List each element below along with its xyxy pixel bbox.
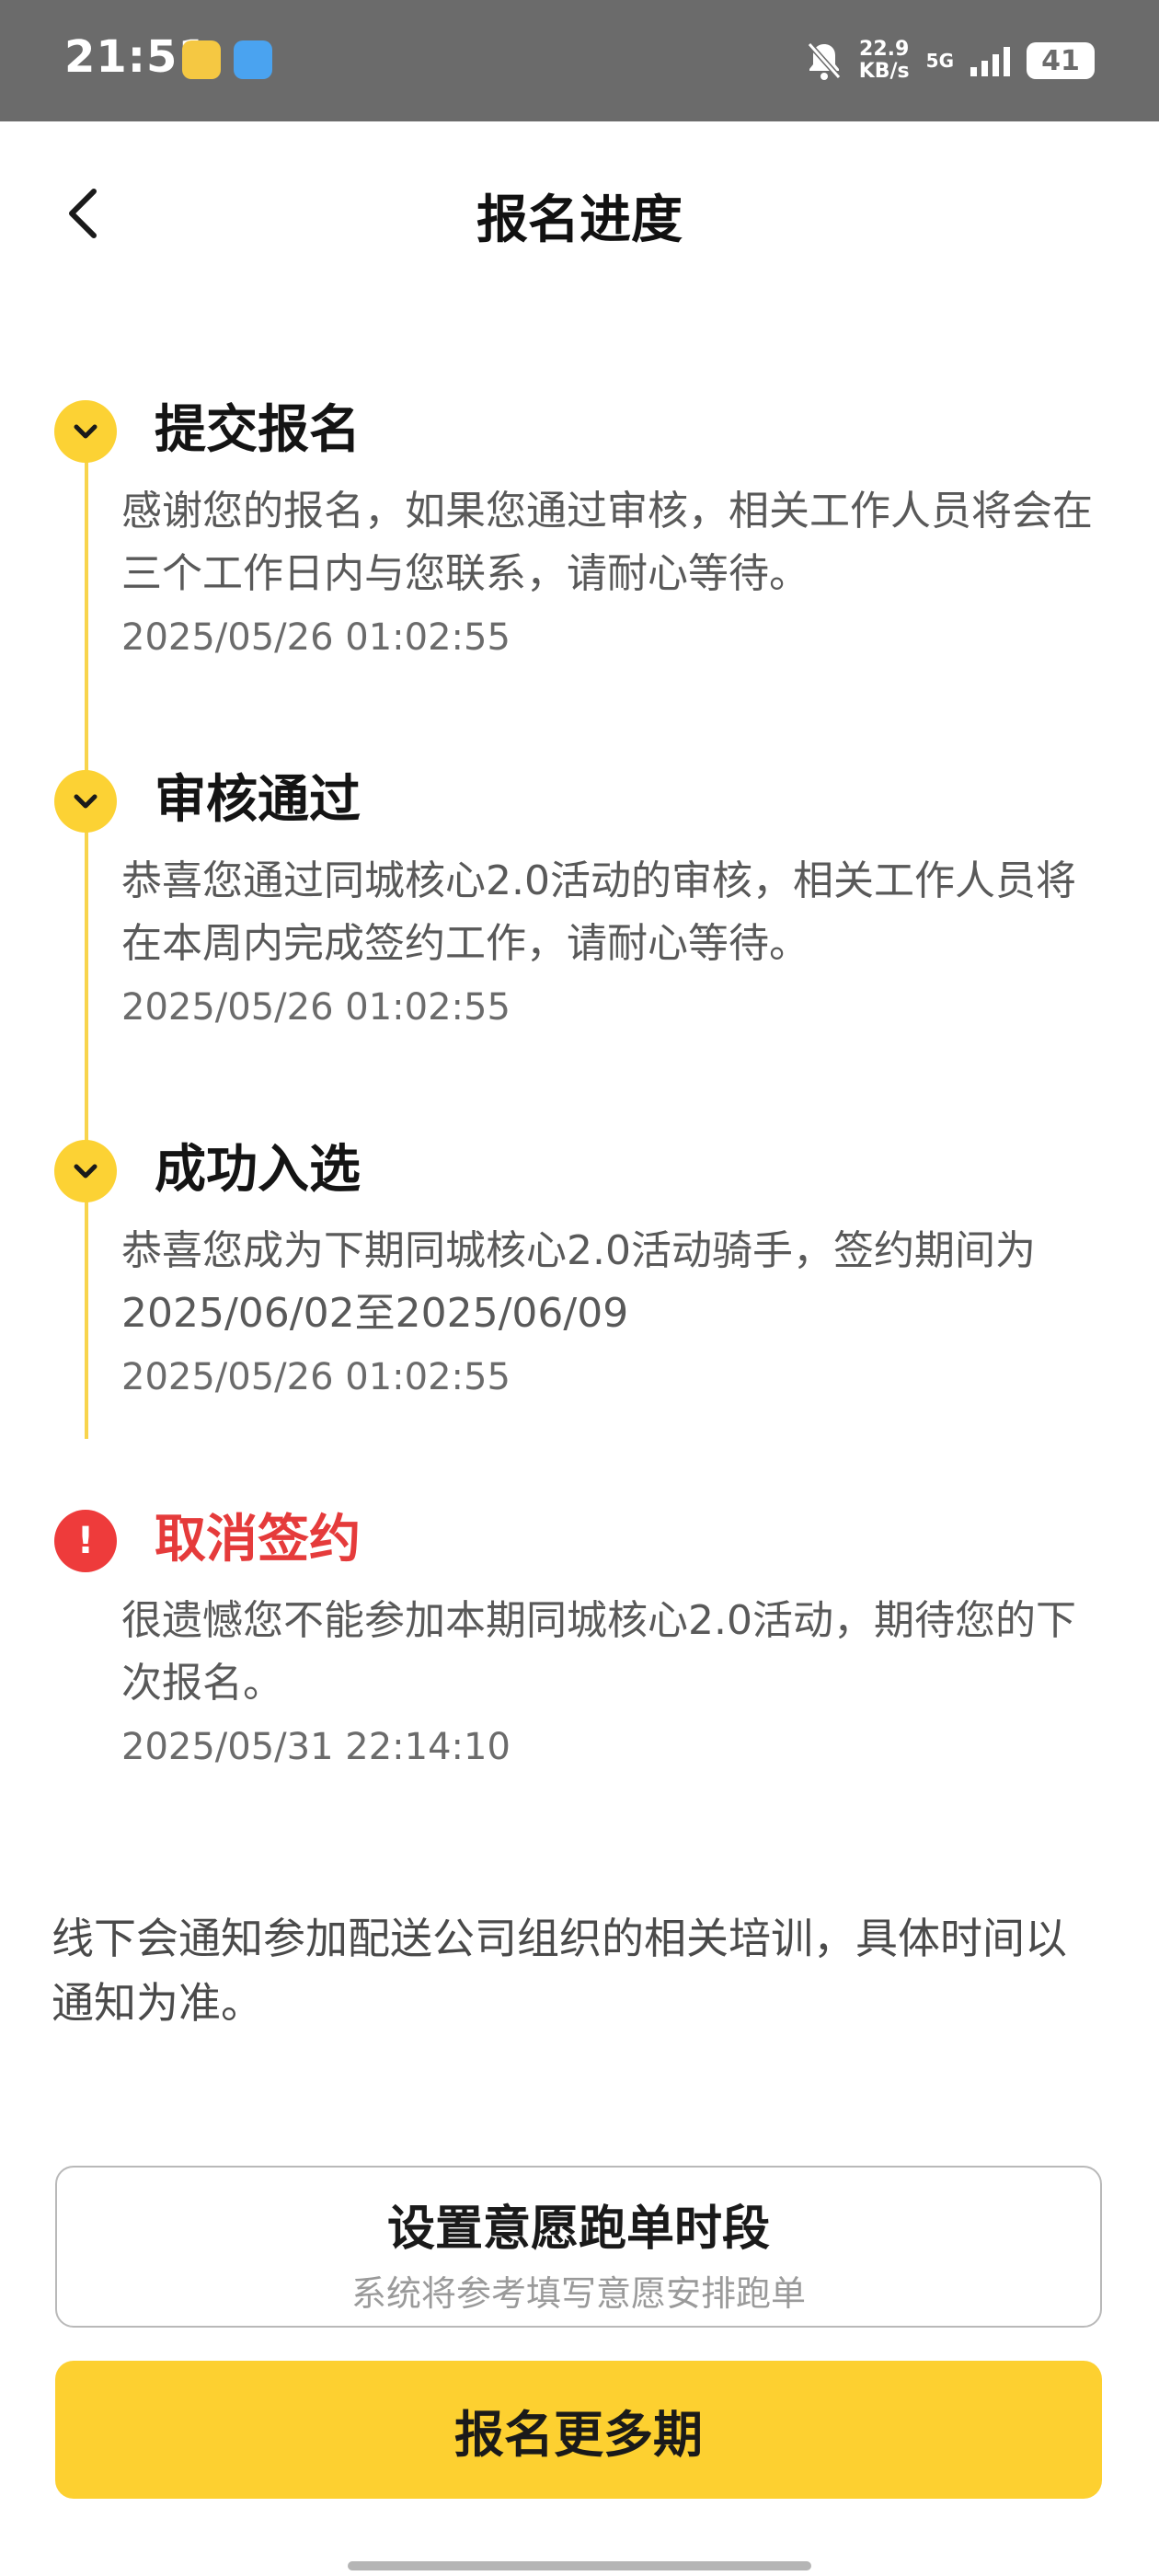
app-notification-icon — [182, 40, 221, 79]
step-time: 2025/05/26 01:02:55 — [121, 616, 511, 659]
set-running-time-button[interactable]: 设置意愿跑单时段 系统将参考填写意愿安排跑单 — [55, 2166, 1102, 2328]
register-more-button[interactable]: 报名更多期 — [55, 2361, 1102, 2499]
exclamation-icon: ! — [54, 1510, 117, 1572]
step-description: 恭喜您通过同城核心2.0活动的审核，相关工作人员将在本周内完成签约工作，请耐心等… — [121, 857, 1076, 967]
bell-mute-icon — [807, 42, 841, 80]
step-title: 成功入选 — [155, 1140, 361, 1200]
step-description: 感谢您的报名，如果您通过审核，相关工作人员将会在三个工作日内与您联系，请耐心等待… — [121, 488, 1093, 597]
page-title: 报名进度 — [476, 190, 683, 250]
step-title: 取消签约 — [155, 1510, 361, 1570]
chevron-down-icon — [54, 770, 117, 833]
weather-icon — [234, 40, 272, 79]
network-type: 5G — [925, 50, 954, 72]
net-speed-unit: KB/s — [858, 60, 910, 83]
training-notice: 线下会通知参加配送公司组织的相关培训，具体时间以通知为准。 — [52, 1914, 1067, 2028]
chevron-down-icon — [54, 400, 117, 463]
header: 报名进度 — [0, 121, 1159, 305]
status-right: 22.9 KB/s 5G 41 — [806, 33, 1095, 88]
net-speed-value: 22.9 — [859, 38, 910, 61]
chevron-down-icon — [54, 1140, 117, 1202]
timeline-line — [85, 436, 88, 1439]
step-title: 提交报名 — [155, 400, 361, 460]
step-time: 2025/05/26 01:02:55 — [121, 986, 511, 1029]
step-time: 2025/05/31 22:14:10 — [121, 1726, 511, 1768]
set-running-time-label: 设置意愿跑单时段 — [386, 2202, 770, 2257]
step-description: 恭喜您成为下期同城核心2.0活动骑手，签约期间为2025/06/02至2025/… — [121, 1227, 1036, 1337]
step-title: 审核通过 — [155, 770, 361, 830]
network-indicator: 5G — [926, 50, 954, 72]
status-bar: 21:51 22.9 KB/s 5G 41 — [0, 0, 1159, 121]
signal-icon — [970, 45, 1010, 76]
battery-icon: 41 — [1027, 42, 1095, 79]
step-description: 很遗憾您不能参加本期同城核心2.0活动，期待您的下次报名。 — [121, 1597, 1076, 1707]
net-speed: 22.9 KB/s — [859, 39, 910, 83]
home-indicator[interactable] — [348, 2561, 811, 2570]
set-running-time-sublabel: 系统将参考填写意愿安排跑单 — [350, 2273, 806, 2314]
battery-level: 41 — [1041, 44, 1080, 77]
step-time: 2025/05/26 01:02:55 — [121, 1356, 511, 1398]
